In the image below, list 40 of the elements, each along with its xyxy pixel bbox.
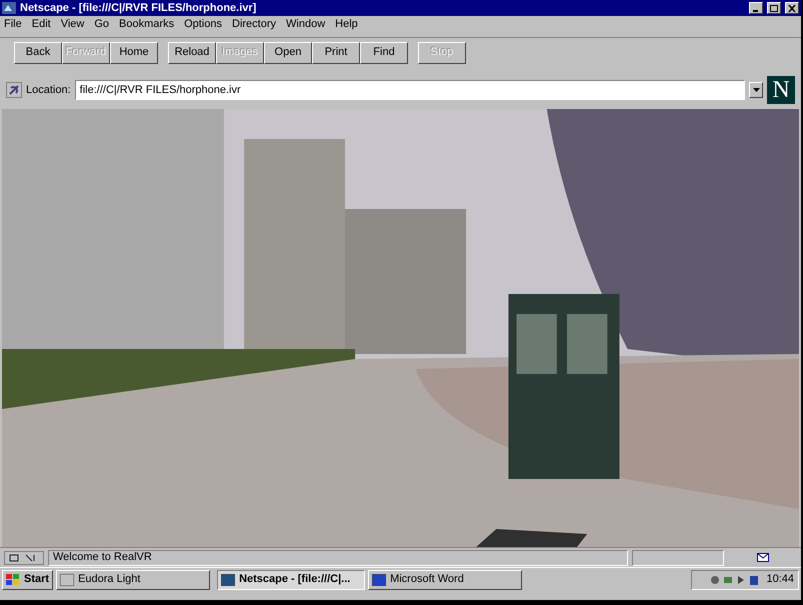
menu-item[interactable]: Go [94, 16, 110, 33]
menu-item[interactable]: Window [286, 16, 326, 33]
netscape-logo: N [767, 76, 795, 104]
app-icon [221, 574, 236, 586]
close-button[interactable] [785, 2, 799, 14]
menu-item[interactable]: View [60, 16, 84, 33]
toolbar-button[interactable]: Print [312, 42, 360, 64]
minimize-button[interactable] [749, 2, 763, 14]
location-field[interactable]: file:///C|/RVR FILES/horphone.ivr [74, 80, 745, 100]
windows-logo-icon [6, 574, 20, 586]
taskbar-button[interactable]: Eudora Light [56, 570, 210, 590]
menu-item[interactable]: Bookmarks [119, 16, 174, 33]
link-icon [6, 82, 22, 98]
maximize-button[interactable] [767, 2, 781, 14]
menu-item[interactable]: Help [335, 16, 358, 33]
app-icon [2, 2, 16, 14]
caret-icon [752, 88, 760, 92]
menu-item[interactable]: Directory [232, 16, 276, 33]
clock: 10:44 [766, 572, 794, 588]
toolbar-button[interactable]: Find [360, 42, 408, 64]
close-icon [788, 4, 796, 12]
toolbar-button[interactable]: Reload [168, 42, 216, 64]
menu-item[interactable]: File [4, 16, 22, 33]
window-title: Netscape - [file:///C|/RVR FILES/horphone.ivr] [20, 0, 256, 16]
dropdown-button[interactable] [749, 82, 763, 98]
status-text: Welcome to RealVR [48, 550, 628, 566]
app-icon [60, 574, 74, 586]
menu-item[interactable]: Options [184, 16, 222, 33]
toolbar-button[interactable]: Home [110, 42, 158, 64]
location-label: Location: [26, 82, 71, 98]
maximize-icon [770, 4, 778, 12]
menu-item[interactable]: Edit [32, 16, 51, 33]
taskbar-button[interactable]: Netscape - [file:///C|... [217, 570, 366, 590]
taskbar-button[interactable]: Microsoft Word [368, 570, 522, 590]
mail-icon [756, 553, 768, 562]
toolbar-button[interactable]: Back [14, 42, 62, 64]
toolbar-button[interactable]: Open [264, 42, 312, 64]
start-button[interactable]: Start [2, 570, 54, 590]
tray-icons [710, 574, 760, 586]
app-icon [372, 574, 386, 586]
